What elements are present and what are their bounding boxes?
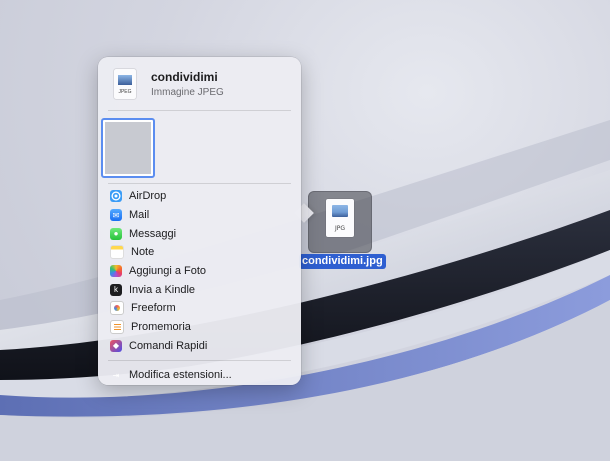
- menu-item-mail[interactable]: ✉ Mail: [98, 206, 301, 225]
- desktop-file-icon[interactable]: JPG: [308, 191, 372, 253]
- share-menu: JPEG condividimi Immagine JPEG AirDrop ✉…: [98, 57, 301, 385]
- menu-item-reminders[interactable]: Promemoria: [98, 318, 301, 337]
- freeform-icon: [110, 301, 124, 316]
- document-icon: JPEG: [114, 69, 136, 99]
- edit-extensions-label: Modifica estensioni...: [129, 369, 232, 382]
- preview-image: [105, 122, 151, 174]
- menu-item-label: Comandi Rapidi: [129, 339, 208, 352]
- menu-item-shortcuts[interactable]: ◆ Comandi Rapidi: [98, 337, 301, 356]
- menu-item-notes[interactable]: Note: [98, 243, 301, 262]
- menu-item-label: Invia a Kindle: [129, 283, 196, 296]
- menu-item-kindle[interactable]: k Invia a Kindle: [98, 280, 301, 299]
- desktop-file-label[interactable]: condividimi.jpg: [299, 254, 386, 269]
- kindle-icon: k: [110, 283, 122, 296]
- file-kind: Immagine JPEG: [151, 87, 224, 98]
- menu-item-label: Freeform: [131, 302, 176, 315]
- photos-icon: [110, 265, 122, 278]
- jpg-file-icon: JPG: [326, 199, 354, 237]
- menu-item-messages[interactable]: ● Messaggi: [98, 224, 301, 243]
- reminders-icon: [110, 320, 124, 335]
- menu-item-label: Aggiungi a Foto: [129, 265, 207, 278]
- airdrop-icon: [110, 190, 122, 203]
- file-name: condividimi: [151, 70, 218, 84]
- shortcuts-icon: ◆: [110, 339, 122, 352]
- menu-item-freeform[interactable]: Freeform: [98, 299, 301, 318]
- separator: [108, 110, 291, 111]
- menu-item-photos[interactable]: Aggiungi a Foto: [98, 262, 301, 281]
- document-icon-ext: JPEG: [118, 89, 132, 95]
- mail-icon: ✉: [110, 209, 122, 222]
- share-destinations: AirDrop ✉ Mail ● Messaggi Note Aggiungi …: [98, 187, 301, 355]
- menu-item-label: Mail: [129, 209, 150, 222]
- menu-item-label: AirDrop: [129, 190, 167, 203]
- separator: [108, 183, 291, 184]
- extensions-icon: ⇥: [112, 370, 120, 380]
- menu-item-label: Messaggi: [129, 227, 177, 240]
- separator: [108, 360, 291, 361]
- desktop-wallpaper: [0, 120, 610, 461]
- menu-item-airdrop[interactable]: AirDrop: [98, 187, 301, 206]
- file-icon-ext: JPG: [334, 225, 346, 232]
- messages-icon: ●: [110, 227, 122, 240]
- menu-item-label: Promemoria: [131, 321, 191, 334]
- file-preview-thumbnail[interactable]: [101, 118, 155, 178]
- notes-icon: [110, 245, 124, 260]
- edit-extensions-item[interactable]: ⇥ Modifica estensioni...: [98, 366, 301, 385]
- menu-item-label: Note: [131, 246, 155, 259]
